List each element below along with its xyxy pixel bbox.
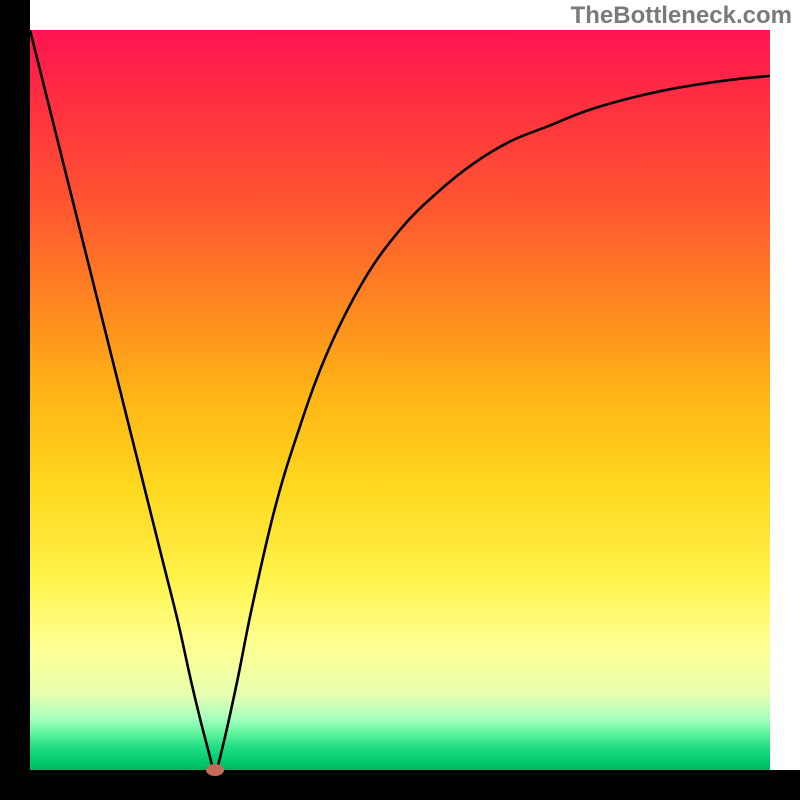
watermark-text: TheBottleneck.com — [571, 2, 792, 30]
plot-area — [30, 30, 770, 770]
x-axis-border — [0, 770, 800, 800]
bottleneck-marker — [206, 764, 224, 776]
chart-container: TheBottleneck.com — [0, 0, 800, 800]
bottleneck-curve — [30, 30, 770, 770]
y-axis-border — [0, 0, 30, 800]
